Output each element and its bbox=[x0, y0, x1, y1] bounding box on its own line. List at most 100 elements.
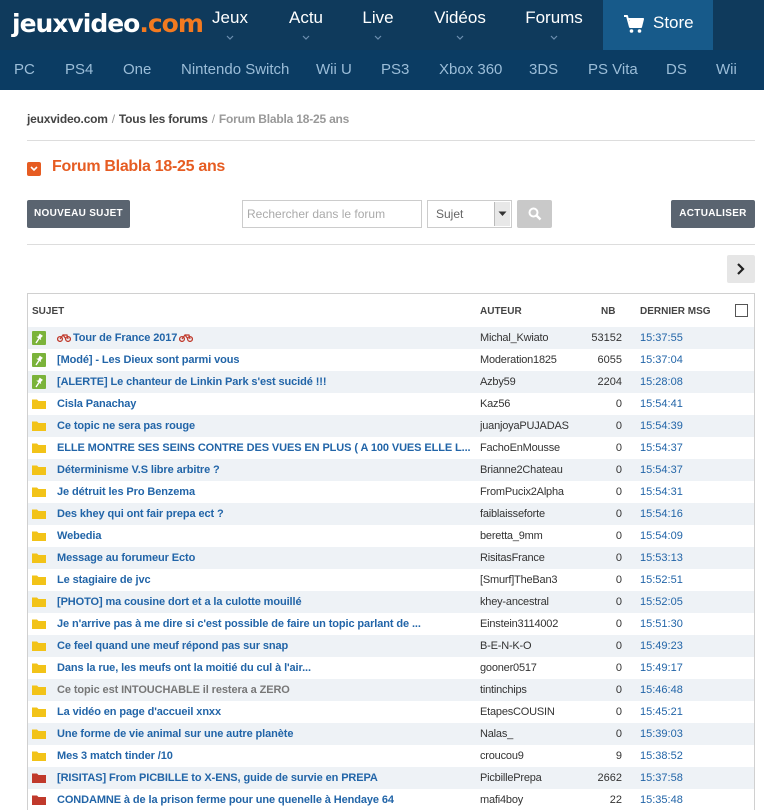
topic-subject[interactable]: Déterminisme V.S libre arbitre ? bbox=[57, 459, 477, 481]
topic-subject[interactable]: Ce topic est INTOUCHABLE il restera a ZE… bbox=[57, 679, 477, 701]
table-row[interactable]: CONDAMNE à de la prison ferme pour une q… bbox=[28, 789, 754, 810]
topic-author[interactable]: RisitasFrance bbox=[480, 547, 590, 569]
topic-last-message[interactable]: 15:38:52 bbox=[640, 745, 710, 767]
topic-author[interactable]: B-E-N-K-O bbox=[480, 635, 590, 657]
topic-subject[interactable]: Une forme de vie animal sur une autre pl… bbox=[57, 723, 477, 745]
topic-subject[interactable]: La vidéo en page d'accueil xnxx bbox=[57, 701, 477, 723]
topic-subject[interactable]: [Modé] - Les Dieux sont parmi vous bbox=[57, 349, 477, 371]
topic-last-message[interactable]: 15:54:39 bbox=[640, 415, 710, 437]
platform-ds[interactable]: DS bbox=[666, 50, 687, 90]
select-all-checkbox[interactable] bbox=[735, 304, 748, 317]
table-row[interactable]: Message au forumeur Ecto RisitasFrance 0 15… bbox=[28, 547, 754, 569]
topic-author[interactable]: tintinchips bbox=[480, 679, 590, 701]
table-row[interactable]: Ce topic ne sera pas rouge juanjoyaPUJADA… bbox=[28, 415, 754, 437]
table-row[interactable]: [ALERTE] Le chanteur de Linkin Park s'es… bbox=[28, 371, 754, 393]
topic-author[interactable]: PicbillePrepa bbox=[480, 767, 590, 789]
topic-last-message[interactable]: 15:54:16 bbox=[640, 503, 710, 525]
topic-author[interactable]: gooner0517 bbox=[480, 657, 590, 679]
platform-switch[interactable]: Nintendo Switch bbox=[181, 50, 289, 90]
platform-psvita[interactable]: PS Vita bbox=[588, 50, 638, 90]
forum-search-input[interactable] bbox=[242, 200, 422, 228]
topic-subject[interactable]: Je n'arrive pas à me dire si c'est possi… bbox=[57, 613, 477, 635]
topic-subject[interactable]: CONDAMNE à de la prison ferme pour une q… bbox=[57, 789, 477, 810]
topic-author[interactable]: EtapesCOUSIN bbox=[480, 701, 590, 723]
topic-author[interactable]: FromPucix2Alpha bbox=[480, 481, 590, 503]
table-row[interactable]: Déterminisme V.S libre arbitre ? Brianne2… bbox=[28, 459, 754, 481]
topic-subject[interactable]: Webedia bbox=[57, 525, 477, 547]
topic-author[interactable]: Michal_Kwiato bbox=[480, 327, 590, 349]
topic-author[interactable]: Moderation1825 bbox=[480, 349, 590, 371]
nav-actu[interactable]: Actu bbox=[286, 0, 326, 50]
refresh-button[interactable]: ACTUALISER bbox=[671, 200, 755, 228]
topic-last-message[interactable]: 15:54:31 bbox=[640, 481, 710, 503]
topic-subject[interactable]: Ce topic ne sera pas rouge bbox=[57, 415, 477, 437]
topic-last-message[interactable]: 15:35:48 bbox=[640, 789, 710, 810]
table-row[interactable]: Une forme de vie animal sur une autre pl… bbox=[28, 723, 754, 745]
table-row[interactable]: Dans la rue, les meufs ont la moitié du … bbox=[28, 657, 754, 679]
table-row[interactable]: [RISITAS] From PICBILLE to X-ENS, guide … bbox=[28, 767, 754, 789]
topic-last-message[interactable]: 15:37:55 bbox=[640, 327, 710, 349]
table-row[interactable]: Mes 3 match tinder /10 croucou9 9 15:38:52 bbox=[28, 745, 754, 767]
topic-last-message[interactable]: 15:28:08 bbox=[640, 371, 710, 393]
table-row[interactable]: [Modé] - Les Dieux sont parmi vous Modera… bbox=[28, 349, 754, 371]
table-row[interactable]: Ce feel quand une meuf répond pas sur sn… bbox=[28, 635, 754, 657]
search-scope-select[interactable]: Sujet bbox=[427, 200, 512, 228]
forum-collapse-icon[interactable] bbox=[27, 162, 41, 176]
table-row[interactable]: Webedia beretta_9mm 0 15:54:09 bbox=[28, 525, 754, 547]
breadcrumb-home[interactable]: jeuxvideo.com bbox=[27, 112, 108, 126]
table-row[interactable]: Cisla Panachay Kaz56 0 15:54:41 bbox=[28, 393, 754, 415]
platform-pc[interactable]: PC bbox=[14, 50, 35, 90]
platform-ps4[interactable]: PS4 bbox=[65, 50, 93, 90]
nav-live[interactable]: Live bbox=[361, 0, 395, 50]
breadcrumb-forums[interactable]: Tous les forums bbox=[119, 112, 208, 126]
topic-last-message[interactable]: 15:54:37 bbox=[640, 459, 710, 481]
topic-author[interactable]: beretta_9mm bbox=[480, 525, 590, 547]
table-row[interactable]: La vidéo en page d'accueil xnxx EtapesCOU… bbox=[28, 701, 754, 723]
topic-last-message[interactable]: 15:54:09 bbox=[640, 525, 710, 547]
nav-videos[interactable]: Vidéos bbox=[432, 0, 488, 50]
topic-author[interactable]: [Smurf]TheBan3 bbox=[480, 569, 590, 591]
topic-subject[interactable]: Je détruit les Pro Benzema bbox=[57, 481, 477, 503]
topic-last-message[interactable]: 15:54:37 bbox=[640, 437, 710, 459]
store-button[interactable]: Store bbox=[603, 0, 713, 50]
topic-author[interactable]: Nalas_ bbox=[480, 723, 590, 745]
topic-last-message[interactable]: 15:54:41 bbox=[640, 393, 710, 415]
topic-subject[interactable]: Le stagiaire de jvc bbox=[57, 569, 477, 591]
nav-forums[interactable]: Forums bbox=[524, 0, 584, 50]
topic-subject[interactable]: [PHOTO] ma cousine dort et a la culotte … bbox=[57, 591, 477, 613]
topic-last-message[interactable]: 15:45:21 bbox=[640, 701, 710, 723]
platform-3ds[interactable]: 3DS bbox=[529, 50, 558, 90]
platform-ps3[interactable]: PS3 bbox=[381, 50, 409, 90]
topic-last-message[interactable]: 15:51:30 bbox=[640, 613, 710, 635]
nav-jeux[interactable]: Jeux bbox=[210, 0, 250, 50]
topic-last-message[interactable]: 15:37:04 bbox=[640, 349, 710, 371]
topic-subject[interactable]: Message au forumeur Ecto bbox=[57, 547, 477, 569]
table-row[interactable]: ELLE MONTRE SES SEINS CONTRE DES VUES EN… bbox=[28, 437, 754, 459]
topic-last-message[interactable]: 15:39:03 bbox=[640, 723, 710, 745]
topic-last-message[interactable]: 15:52:05 bbox=[640, 591, 710, 613]
topic-subject[interactable]: [RISITAS] From PICBILLE to X-ENS, guide … bbox=[57, 767, 477, 789]
topic-author[interactable]: Brianne2Chateau bbox=[480, 459, 590, 481]
platform-xbox360[interactable]: Xbox 360 bbox=[439, 50, 502, 90]
topic-author[interactable]: Azby59 bbox=[480, 371, 590, 393]
topic-subject[interactable]: Tour de France 2017 bbox=[57, 327, 477, 349]
topic-subject[interactable]: Dans la rue, les meufs ont la moitié du … bbox=[57, 657, 477, 679]
topic-subject[interactable]: ELLE MONTRE SES SEINS CONTRE DES VUES EN… bbox=[57, 437, 477, 459]
topic-subject[interactable]: Cisla Panachay bbox=[57, 393, 477, 415]
topic-subject[interactable]: Mes 3 match tinder /10 bbox=[57, 745, 477, 767]
topic-last-message[interactable]: 15:53:13 bbox=[640, 547, 710, 569]
table-row[interactable]: Tour de France 2017 Michal_Kwiato 53152 15:… bbox=[28, 327, 754, 349]
topic-author[interactable]: faiblaisseforte bbox=[480, 503, 590, 525]
platform-wii[interactable]: Wii bbox=[716, 50, 737, 90]
topic-author[interactable]: khey-ancestral bbox=[480, 591, 590, 613]
table-row[interactable]: Des khey qui ont fair prepa ect ? faiblai… bbox=[28, 503, 754, 525]
topic-subject[interactable]: Ce feel quand une meuf répond pas sur sn… bbox=[57, 635, 477, 657]
topic-last-message[interactable]: 15:37:58 bbox=[640, 767, 710, 789]
platform-wiiu[interactable]: Wii U bbox=[316, 50, 352, 90]
site-logo[interactable]: jeuxvideo.com bbox=[12, 6, 204, 42]
table-row[interactable]: [PHOTO] ma cousine dort et a la culotte … bbox=[28, 591, 754, 613]
topic-author[interactable]: juanjoyaPUJADAS bbox=[480, 415, 590, 437]
topic-author[interactable]: Kaz56 bbox=[480, 393, 590, 415]
topic-subject[interactable]: [ALERTE] Le chanteur de Linkin Park s'es… bbox=[57, 371, 477, 393]
search-button[interactable] bbox=[517, 200, 552, 228]
